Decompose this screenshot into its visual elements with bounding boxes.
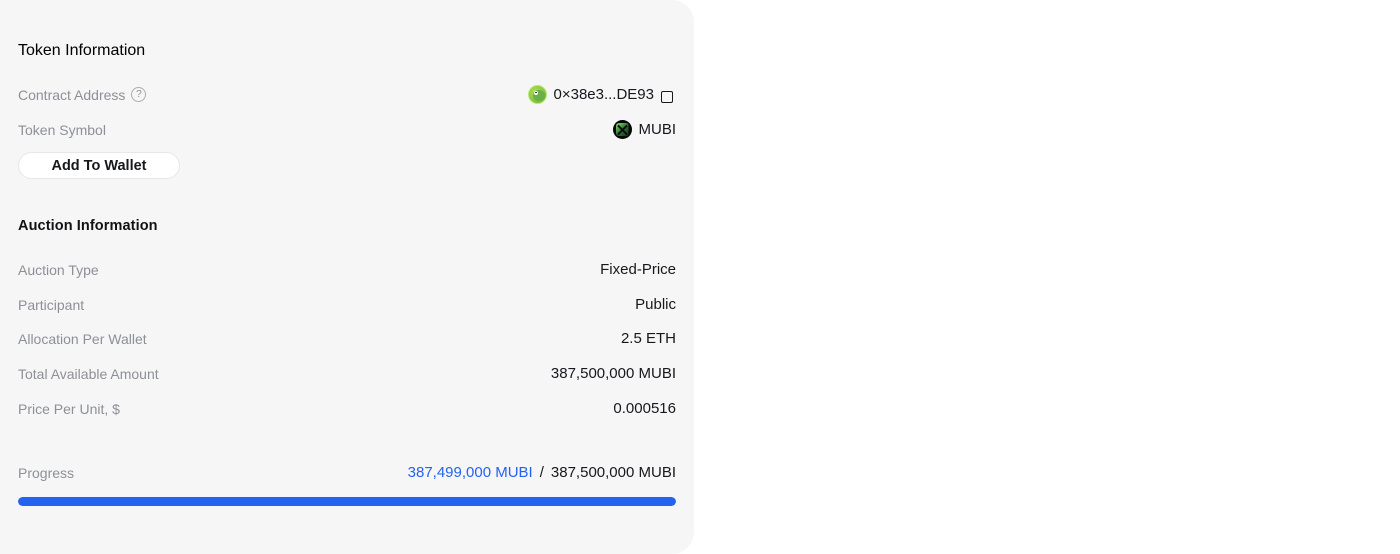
progress-value: 387,499,000 MUBI / 387,500,000 MUBI	[408, 464, 676, 481]
auction-type-label: Auction Type	[18, 261, 99, 278]
allocation-per-wallet-value: 2.5 ETH	[620, 330, 676, 347]
participant-value: Public	[635, 296, 676, 313]
token-symbol-row: Token Symbol MUBI	[18, 120, 676, 139]
participant-row: Participant Public	[18, 296, 676, 313]
progress-row: Progress 387,499,000 MUBI / 387,500,000 …	[18, 464, 676, 481]
auction-information-heading: Auction Information	[18, 218, 158, 234]
progress-bar	[18, 497, 676, 506]
token-symbol-text: MUBI	[638, 121, 677, 138]
auction-detail-page: Token Information Contract Address ? 0×3…	[0, 0, 1400, 554]
contract-address-label: Contract Address ?	[18, 86, 147, 103]
total-available-amount-value: 387,500,000 MUBI	[550, 365, 676, 382]
token-symbol-label: Token Symbol	[18, 121, 106, 138]
progress-current-amount: 387,499,000 MUBI	[407, 464, 533, 481]
total-available-amount-label: Total Available Amount	[18, 365, 159, 382]
progress-total-amount: 387,500,000 MUBI	[550, 464, 676, 481]
token-and-auction-info-panel: Token Information Contract Address ? 0×3…	[0, 0, 694, 554]
contract-address-text: 0×38e3...DE93	[553, 86, 655, 103]
question-mark-circle-icon[interactable]: ?	[131, 87, 147, 102]
allocation-per-wallet-label: Allocation Per Wallet	[18, 330, 147, 347]
token-symbol-value: MUBI	[612, 120, 677, 139]
contract-address-label-text: Contract Address	[18, 86, 126, 103]
contract-address-value: 0×38e3...DE93	[527, 85, 677, 104]
copy-icon[interactable]	[661, 87, 677, 103]
price-per-unit-label: Price Per Unit, $	[18, 400, 120, 417]
join-the-pool-panel: Join The Pool Closed Bid Swap Ratio 1 MU…	[694, 0, 1400, 554]
auction-type-value: Fixed-Price	[600, 261, 676, 278]
auction-type-row: Auction Type Fixed-Price	[18, 261, 676, 278]
participant-label: Participant	[18, 296, 85, 313]
add-to-wallet-button[interactable]: Add To Wallet	[18, 152, 180, 179]
price-per-unit-row: Price Per Unit, $ 0.000516	[18, 400, 676, 417]
price-per-unit-value: 0.000516	[613, 400, 676, 417]
total-available-amount-row: Total Available Amount 387,500,000 MUBI	[18, 365, 676, 382]
progress-separator: /	[539, 464, 544, 481]
allocation-per-wallet-row: Allocation Per Wallet 2.5 ETH	[18, 330, 676, 347]
progress-label: Progress	[18, 464, 75, 481]
progress-bar-fill	[18, 497, 676, 506]
token-information-heading: Token Information	[18, 42, 146, 59]
contract-address-row: Contract Address ? 0×38e3...DE93	[18, 85, 677, 104]
frog-token-icon	[527, 85, 547, 104]
mubi-token-icon	[612, 120, 632, 139]
